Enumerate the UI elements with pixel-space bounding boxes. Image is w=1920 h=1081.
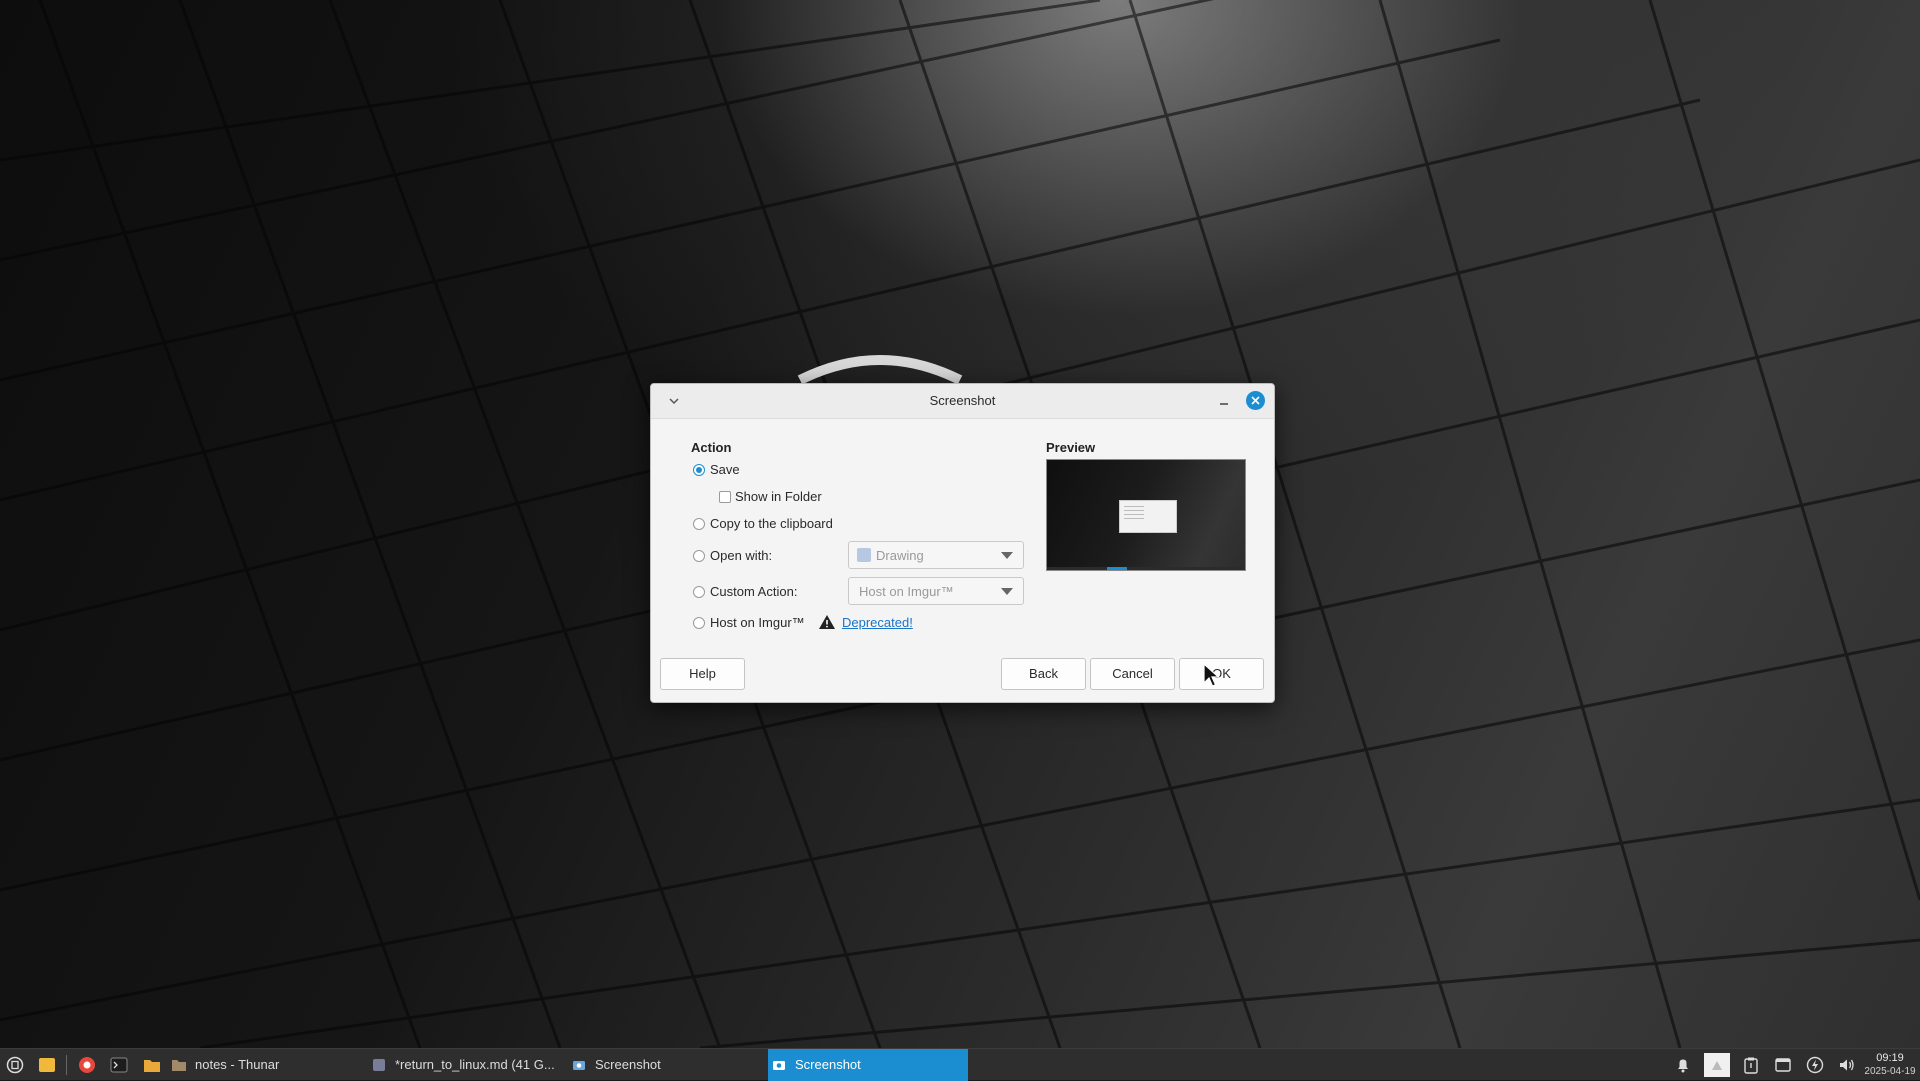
app-menu-icon[interactable] [6,1056,24,1074]
folder-launcher-icon[interactable] [143,1056,161,1074]
minimize-icon[interactable] [1215,392,1233,410]
open-with-radio[interactable] [693,550,705,562]
mouse-cursor-icon [1203,663,1221,687]
display-icon[interactable] [1774,1056,1792,1074]
task-label: *return_to_linux.md (41 G... [395,1057,555,1072]
open-with-select[interactable]: Drawing [848,541,1024,569]
terminal-launcher-icon[interactable] [110,1056,128,1074]
clock-date: 2025-04-19 [1864,1066,1916,1077]
browser-launcher-icon[interactable] [78,1056,96,1074]
clipboard-icon[interactable] [1742,1056,1760,1074]
folder-icon [172,1060,186,1071]
screenshot-icon [773,1061,785,1070]
file-manager-launcher-icon[interactable] [38,1056,56,1074]
task-label: Screenshot [595,1057,661,1072]
task-label: Screenshot [795,1057,861,1072]
clock-time: 09:19 [1876,1052,1904,1064]
open-with-value: Drawing [876,548,924,563]
screenshot-icon [573,1061,585,1070]
custom-action-select[interactable]: Host on Imgur™ [848,577,1024,605]
task-screenshot-active[interactable]: Screenshot [768,1049,968,1081]
volume-icon[interactable] [1838,1056,1856,1074]
preview-window-thumbnail [1119,500,1177,533]
task-label: notes - Thunar [195,1057,280,1072]
copy-clipboard-label[interactable]: Copy to the clipboard [710,516,833,531]
task-text-editor[interactable]: *return_to_linux.md (41 G... [368,1049,568,1081]
taskbar: notes - Thunar *return_to_linux.md (41 G… [0,1048,1920,1081]
notification-bell-icon[interactable] [1674,1056,1692,1074]
tray-active-item[interactable] [1704,1053,1730,1077]
copy-clipboard-radio[interactable] [693,518,705,530]
help-button[interactable]: Help [660,658,745,690]
custom-action-radio[interactable] [693,586,705,598]
back-button[interactable]: Back [1001,658,1086,690]
show-in-folder-label[interactable]: Show in Folder [735,489,822,504]
warning-icon [819,615,835,629]
open-with-label[interactable]: Open with: [710,548,772,563]
taskbar-separator [66,1055,67,1075]
host-imgur-label[interactable]: Host on Imgur™ [710,615,805,630]
clock[interactable]: 09:19 2025-04-19 [1862,1051,1918,1079]
cancel-button[interactable]: Cancel [1090,658,1175,690]
custom-action-value: Host on Imgur™ [859,584,954,599]
screenshot-tray-icon [1712,1061,1722,1070]
custom-action-label[interactable]: Custom Action: [710,584,797,599]
dropdown-arrow-icon [1001,552,1013,559]
screenshot-dialog: Screenshot Action Save Show in Folder Co… [650,383,1275,703]
screenshot-preview-image [1046,459,1246,571]
ok-button[interactable]: OK [1179,658,1264,690]
action-heading: Action [691,440,732,455]
save-label[interactable]: Save [710,462,740,477]
host-imgur-radio[interactable] [693,617,705,629]
title-bar: Screenshot [651,384,1274,419]
task-screenshot[interactable]: Screenshot [568,1049,758,1081]
task-thunar[interactable]: notes - Thunar [168,1049,358,1081]
close-icon[interactable] [1246,391,1265,410]
save-radio[interactable] [693,464,705,476]
drawing-app-icon [857,548,871,562]
deprecated-link[interactable]: Deprecated! [842,615,913,630]
power-icon[interactable] [1806,1056,1824,1074]
preview-heading: Preview [1046,440,1096,455]
dropdown-arrow-icon [1001,588,1013,595]
text-editor-icon [373,1059,385,1071]
show-in-folder-checkbox[interactable] [719,491,731,503]
window-title: Screenshot [929,393,996,408]
preview-taskbar-thumbnail [1047,567,1245,570]
